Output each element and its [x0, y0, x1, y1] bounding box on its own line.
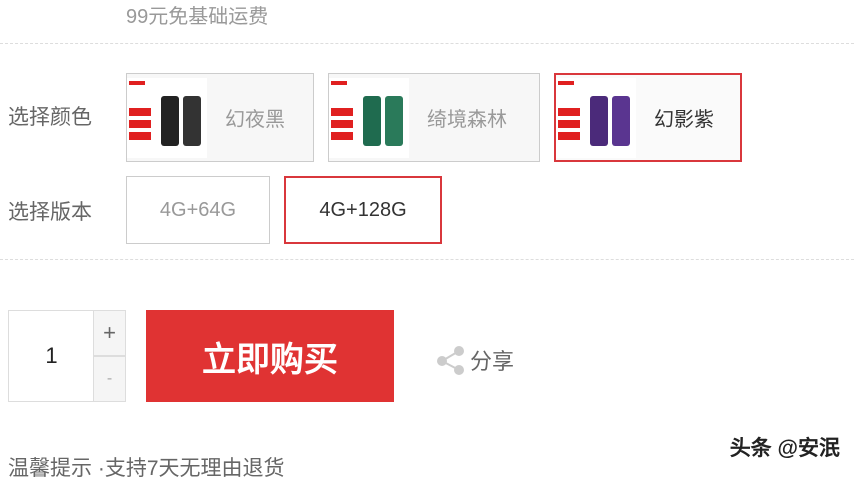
quantity-field[interactable]: 1	[8, 310, 94, 402]
shipping-note: 99元免基础运费	[126, 6, 269, 28]
color-label: 选择颜色	[8, 106, 92, 129]
version-option-64g[interactable]: 4G+64G	[126, 176, 270, 244]
version-option-128g[interactable]: 4G+128G	[284, 176, 442, 244]
version-label: 选择版本	[8, 201, 92, 224]
color-option-label: 幻影紫	[654, 109, 714, 131]
color-option-purple[interactable]: 幻影紫	[554, 73, 742, 162]
product-thumbnail	[127, 77, 207, 158]
color-option-label: 绮境森林	[427, 109, 507, 131]
watermark: 头条 @安泯	[729, 437, 840, 460]
share-label: 分享	[470, 349, 515, 374]
quantity-minus-button[interactable]: -	[93, 356, 126, 402]
share-button[interactable]: 分享	[436, 344, 514, 376]
product-thumbnail	[556, 77, 636, 158]
purchase-tip: 温馨提示 ·支持7天无理由退货	[8, 457, 285, 480]
quantity-plus-button[interactable]: +	[93, 310, 126, 356]
color-option-forest[interactable]: 绮境森林	[328, 73, 540, 162]
color-option-black[interactable]: 幻夜黑	[126, 73, 314, 162]
buy-now-button[interactable]: 立即购买	[146, 310, 394, 402]
color-option-label: 幻夜黑	[225, 109, 285, 131]
divider	[0, 259, 854, 260]
share-icon	[437, 346, 464, 375]
divider	[0, 43, 854, 44]
product-thumbnail	[329, 77, 409, 158]
